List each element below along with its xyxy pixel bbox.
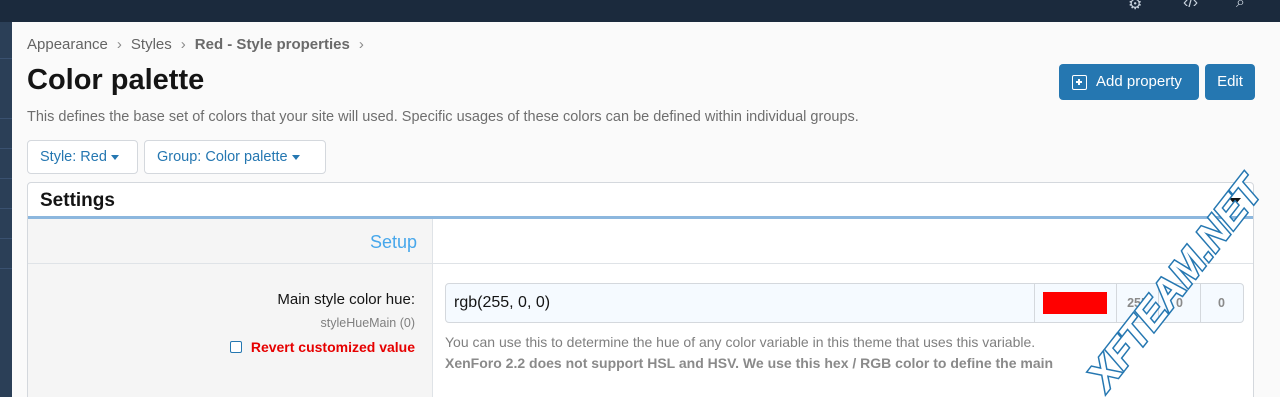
collapse-toggle-icon[interactable] bbox=[1229, 198, 1241, 205]
edit-button[interactable]: Edit bbox=[1205, 64, 1255, 100]
admin-sidebar bbox=[0, 22, 12, 397]
breadcrumb-separator: › bbox=[358, 36, 364, 53]
gear-icon[interactable]: ⚙ bbox=[1128, 0, 1142, 14]
page-description: This defines the base set of colors that… bbox=[27, 109, 859, 125]
style-filter-dropdown[interactable]: Style: Red bbox=[27, 140, 138, 174]
color-value-text[interactable]: rgb(255, 0, 0) bbox=[454, 294, 550, 312]
property-label: Main style color hue: bbox=[277, 291, 415, 308]
block-title: Settings bbox=[40, 190, 115, 211]
settings-block-header[interactable]: Settings bbox=[28, 183, 1253, 219]
search-icon[interactable]: ⌕ bbox=[1236, 0, 1245, 12]
green-channel-value: 0 bbox=[1158, 284, 1200, 322]
property-explain-bold: XenForo 2.2 does not support HSL and HSV… bbox=[445, 355, 1054, 371]
group-filter-dropdown[interactable]: Group: Color palette bbox=[144, 140, 326, 174]
checkbox[interactable] bbox=[229, 341, 242, 353]
breadcrumb-item-appearance[interactable]: Appearance bbox=[27, 36, 108, 53]
color-value-input[interactable]: rgb(255, 0, 0) 255 0 0 bbox=[445, 283, 1244, 323]
color-swatch bbox=[1043, 292, 1107, 314]
breadcrumb-separator: › bbox=[180, 36, 186, 53]
revert-label: Revert customized value bbox=[250, 339, 415, 355]
page-title: Color palette bbox=[27, 64, 205, 96]
row-divider bbox=[28, 263, 1253, 264]
property-explain: You can use this to determine the hue of… bbox=[445, 334, 1036, 350]
top-navigation-bar: ⚙ ‹/› ⌕ bbox=[0, 0, 1280, 22]
color-swatch-button[interactable] bbox=[1034, 284, 1116, 322]
breadcrumb-separator: › bbox=[116, 36, 122, 53]
caret-down-icon bbox=[291, 154, 300, 160]
breadcrumb: Appearance › Styles › Red - Style properties… bbox=[27, 36, 373, 53]
property-key: styleHueMain (0) bbox=[320, 316, 415, 330]
section-heading: Setup bbox=[370, 232, 418, 252]
code-icon[interactable]: ‹/› bbox=[1183, 0, 1198, 12]
revert-customized-checkbox[interactable]: Revert customized value bbox=[229, 339, 415, 355]
breadcrumb-item-styles[interactable]: Styles bbox=[131, 36, 172, 53]
add-icon bbox=[1072, 74, 1087, 90]
caret-down-icon bbox=[110, 154, 119, 160]
add-property-button[interactable]: Add property bbox=[1059, 64, 1199, 100]
main-content: Appearance › Styles › Red - Style properties… bbox=[12, 22, 1280, 397]
add-property-label: Add property bbox=[1096, 73, 1182, 90]
group-filter-label: Group: Color palette bbox=[157, 149, 288, 165]
red-channel-value: 255 bbox=[1116, 284, 1158, 322]
settings-block: Settings Setup Main style color hue: sty… bbox=[27, 182, 1254, 397]
style-filter-label: Style: Red bbox=[40, 149, 107, 165]
blue-channel-value: 0 bbox=[1200, 284, 1242, 322]
breadcrumb-item-style-properties[interactable]: Red - Style properties bbox=[195, 36, 350, 53]
